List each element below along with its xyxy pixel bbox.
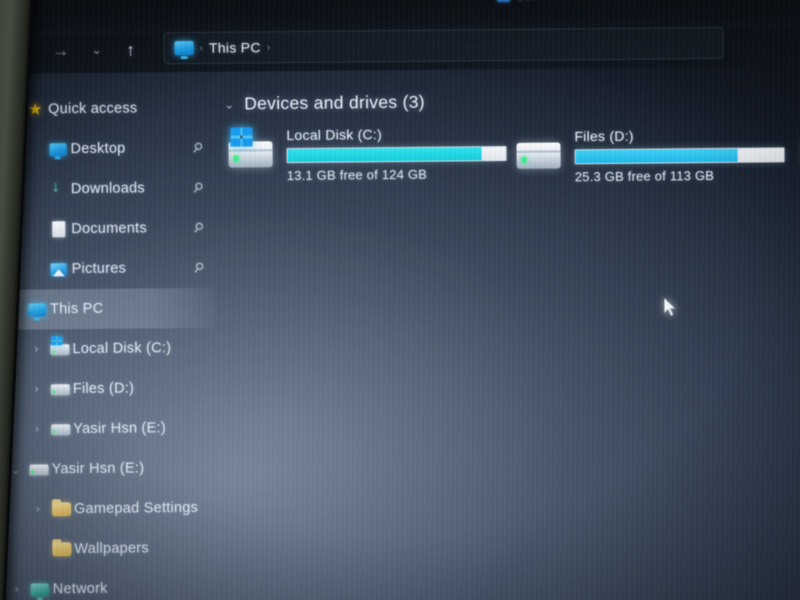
- downloads-icon: [45, 182, 71, 197]
- sidebar-item-label: Quick access: [48, 100, 138, 118]
- sidebar-item-label: Local Disk (C:): [72, 340, 172, 358]
- sidebar-item-label: Documents: [71, 220, 147, 238]
- pin-icon[interactable]: ⚲: [190, 259, 208, 278]
- pictures-icon: [46, 262, 72, 276]
- sidebar-item-files-d[interactable]: › Files (D:): [1, 368, 217, 410]
- sidebar-item-network[interactable]: › Network: [3, 568, 219, 600]
- chevron-down-icon: ⌄: [548, 0, 556, 1]
- navigation-pane: ⌄★Quick access › Desktop ⚲ › Downloads ⚲ › Docum…: [0, 88, 219, 600]
- pin-icon[interactable]: ⚲: [189, 179, 207, 198]
- sidebar-item-label: Desktop: [70, 140, 126, 158]
- sidebar-item-label: Files (D:): [72, 380, 135, 398]
- sidebar-item-yasir-hsn-e[interactable]: › Yasir Hsn (E:): [1, 408, 217, 450]
- sidebar-item-label: Network: [52, 580, 108, 598]
- drive-icon: [47, 383, 73, 395]
- sidebar-item-label: Pictures: [71, 260, 127, 278]
- drive-free-space-d: 25.3 GB free of 113 GB: [574, 167, 715, 185]
- sort-icon: [497, 0, 511, 2]
- documents-icon: [45, 221, 71, 238]
- drive-tile-d[interactable]: Files (D:) 25.3 GB free of 113 GB: [514, 126, 785, 185]
- more-options-button[interactable]: •••: [688, 0, 709, 5]
- sidebar-item-gamepad-settings[interactable]: › Gamepad Settings: [2, 488, 218, 530]
- sidebar-item-yasir-hsn-e[interactable]: ⌄ Yasir Hsn (E:): [1, 448, 217, 490]
- chevron-right-icon[interactable]: ›: [26, 343, 46, 355]
- windows-drive-icon: [226, 127, 274, 171]
- address-bar[interactable]: › This PC ›: [163, 26, 724, 65]
- chevron-right-icon[interactable]: ›: [28, 503, 48, 515]
- sidebar-item-label: Gamepad Settings: [73, 499, 199, 518]
- folder-icon: [48, 502, 74, 517]
- drive-name-c: Local Disk (C:): [286, 126, 383, 144]
- sidebar-item-pictures[interactable]: ›Pictures⚲: [0, 248, 216, 290]
- folder-icon: [48, 542, 74, 557]
- up-button[interactable]: ↑: [115, 34, 145, 64]
- pin-icon[interactable]: ⚲: [189, 139, 206, 158]
- sidebar-item-downloads[interactable]: ›Downloads⚲: [0, 168, 215, 210]
- sidebar-item-quick-access[interactable]: ⌄★Quick access: [0, 88, 214, 130]
- this-pc-icon: [24, 302, 50, 317]
- pin-icon[interactable]: ⚲: [190, 219, 207, 238]
- breadcrumb-separator: ›: [199, 42, 203, 54]
- capacity-bar-d: [574, 147, 785, 165]
- sidebar-item-label: Yasir Hsn (E:): [51, 460, 145, 478]
- sidebar-item-local-disk-c[interactable]: › Local Disk (C:): [0, 328, 216, 370]
- drive-free-space-c: 13.1 GB free of 124 GB: [286, 166, 428, 184]
- chevron-down-icon[interactable]: ⌄: [224, 97, 234, 111]
- drive-icon: [47, 423, 73, 435]
- desktop-icon: [44, 142, 70, 156]
- drive-icon: [26, 463, 52, 476]
- drive-name-d: Files (D:): [574, 127, 634, 145]
- capacity-bar-c: [286, 145, 507, 164]
- sidebar-item-documents[interactable]: ›Documents⚲: [0, 208, 215, 250]
- view-icon: ≡: [583, 0, 590, 2]
- chevron-right-icon[interactable]: ›: [7, 584, 27, 596]
- drive-icon: [514, 128, 562, 172]
- group-title: Devices and drives (3): [244, 91, 425, 114]
- content-pane: ⌄ Devices and drives (3) Local Disk (C:)…: [224, 82, 800, 600]
- sidebar-item-wallpapers[interactable]: ›Wallpapers: [2, 528, 218, 570]
- sort-label: Sort: [516, 0, 540, 3]
- sidebar-item-label: Yasir Hsn (E:): [73, 420, 166, 438]
- sidebar-item-this-pc[interactable]: ⌄This PC: [0, 287, 217, 330]
- sidebar-item-label: Wallpapers: [74, 540, 149, 558]
- chevron-right-icon[interactable]: ›: [27, 383, 47, 395]
- network-icon: [27, 582, 53, 597]
- sidebar-item-label: This PC: [49, 300, 104, 318]
- file-explorer-window: Sort ⌄ ≡ View ⌄ ••• ← → ⌄ ↑ › This PC › …: [0, 0, 800, 600]
- sidebar-item-desktop[interactable]: ›Desktop⚲: [0, 128, 215, 170]
- photo-of-screen: Sort ⌄ ≡ View ⌄ ••• ← → ⌄ ↑ › This PC › …: [0, 0, 800, 600]
- view-label: View: [596, 0, 624, 2]
- this-pc-icon: [174, 40, 194, 56]
- mouse-cursor: [663, 297, 677, 317]
- breadcrumb-separator-end[interactable]: ›: [267, 42, 270, 53]
- recent-locations-button[interactable]: ⌄: [81, 35, 111, 65]
- sidebar-item-label: Downloads: [70, 180, 145, 198]
- chevron-right-icon[interactable]: ›: [27, 423, 47, 435]
- forward-button[interactable]: →: [45, 35, 75, 65]
- windows-drive-icon: [46, 343, 72, 355]
- drive-tile-c[interactable]: Local Disk (C:) 13.1 GB free of 124 GB: [226, 125, 507, 184]
- breadcrumb-this-pc[interactable]: This PC: [209, 39, 261, 55]
- devices-and-drives-group-header[interactable]: ⌄ Devices and drives (3): [224, 92, 425, 115]
- windows-logo-badge-icon: [230, 127, 253, 147]
